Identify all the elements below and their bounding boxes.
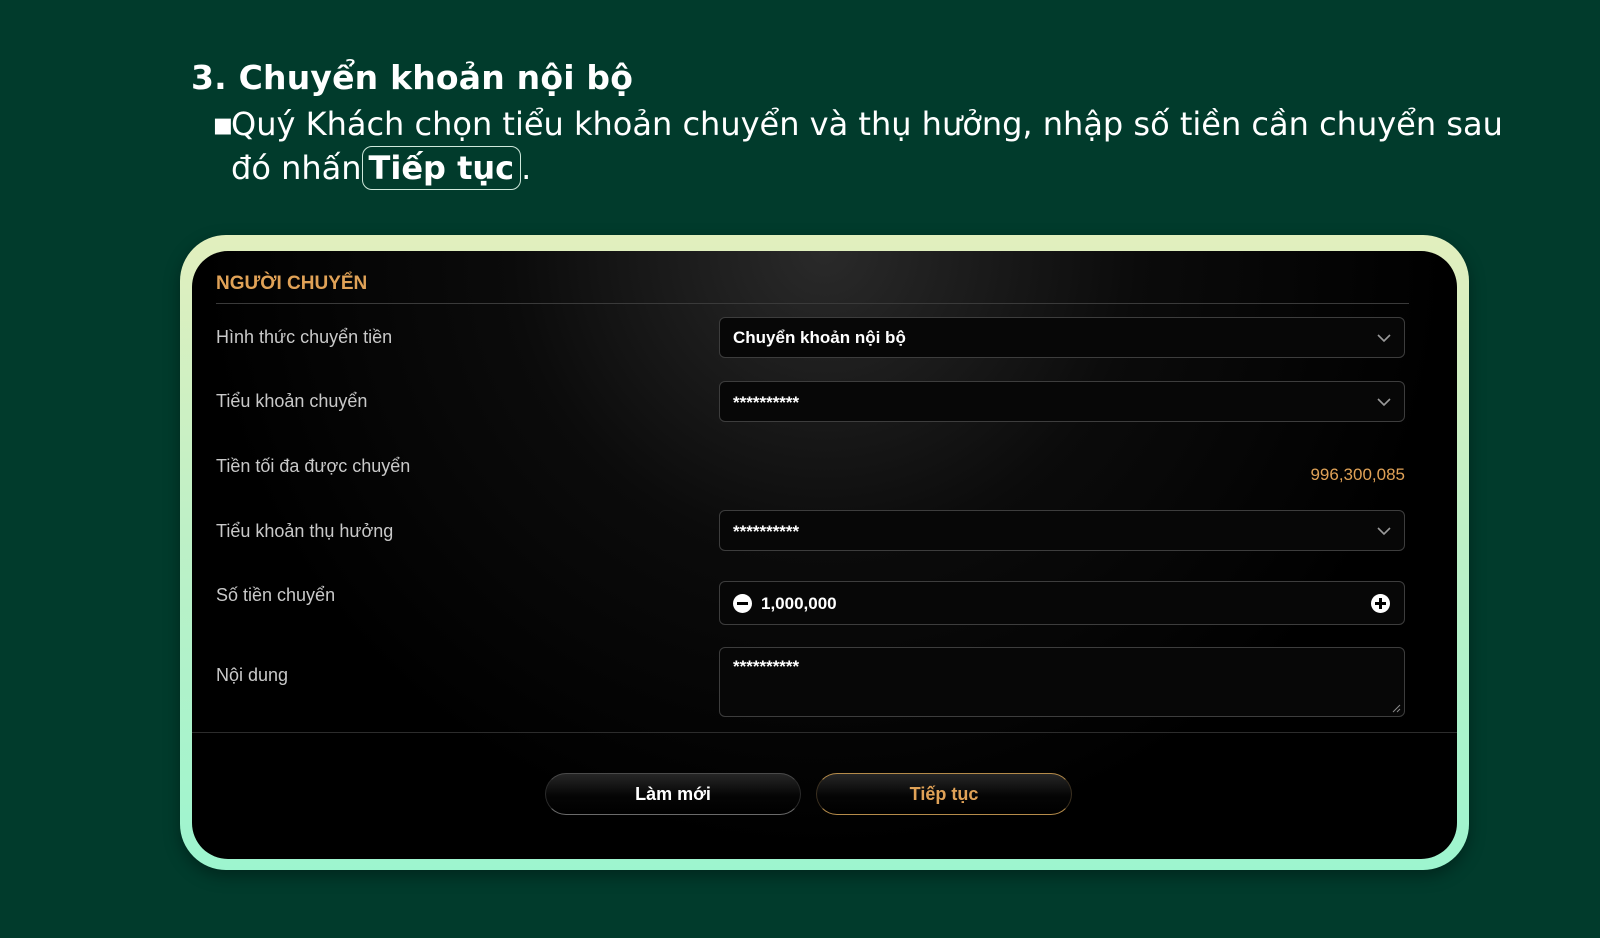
instruction-end: . — [521, 149, 532, 187]
section-divider — [216, 303, 1409, 304]
content-label: Nội dung — [216, 665, 289, 685]
beneficiary-subaccount-label: Tiểu khoản thụ hưởng — [216, 521, 394, 541]
beneficiary-subaccount-value: ********** — [733, 522, 800, 541]
chevron-down-icon — [1377, 334, 1391, 343]
beneficiary-subaccount-select[interactable]: ********** — [719, 510, 1405, 551]
bullet-marker: ▪ — [212, 105, 234, 143]
continue-button[interactable]: Tiếp tục — [816, 773, 1072, 815]
screenshot-frame: NGƯỜI CHUYỂN Hình thức chuyển tiền Chuyể… — [180, 235, 1469, 870]
source-subaccount-value: ********** — [733, 393, 800, 412]
minus-circle-icon[interactable] — [733, 594, 752, 613]
max-amount-label: Tiền tối đa được chuyển — [216, 456, 411, 476]
transfer-type-label: Hình thức chuyển tiền — [216, 327, 393, 347]
chevron-down-icon — [1377, 527, 1391, 536]
max-amount-value: 996,300,085 — [1310, 465, 1405, 484]
transfer-type-value: Chuyển khoản nội bộ — [733, 328, 906, 347]
source-subaccount-label: Tiểu khoản chuyển — [216, 391, 368, 411]
chevron-down-icon — [1377, 398, 1391, 407]
section-title: NGƯỜI CHUYỂN — [216, 273, 368, 294]
plus-circle-icon[interactable] — [1371, 594, 1390, 613]
amount-stepper[interactable]: 1,000,000 — [719, 581, 1405, 625]
instruction-text: ▪ Quý Khách chọn tiểu khoản chuyển và th… — [212, 103, 1512, 190]
amount-label: Số tiền chuyển — [216, 585, 336, 605]
transfer-form-panel: NGƯỜI CHUYỂN Hình thức chuyển tiền Chuyể… — [192, 251, 1457, 859]
source-subaccount-select[interactable]: ********** — [719, 381, 1405, 422]
content-textarea[interactable]: ********** — [719, 647, 1405, 717]
reset-button[interactable]: Làm mới — [545, 773, 801, 815]
page-heading: 3. Chuyển khoản nội bộ — [191, 58, 634, 97]
footer-divider — [192, 732, 1457, 733]
amount-input[interactable]: 1,000,000 — [761, 594, 837, 614]
content-value: ********** — [733, 657, 800, 676]
transfer-type-select[interactable]: Chuyển khoản nội bộ — [719, 317, 1405, 358]
highlight-chip: Tiếp tục — [361, 146, 522, 190]
resize-grip-icon[interactable] — [1392, 704, 1401, 713]
